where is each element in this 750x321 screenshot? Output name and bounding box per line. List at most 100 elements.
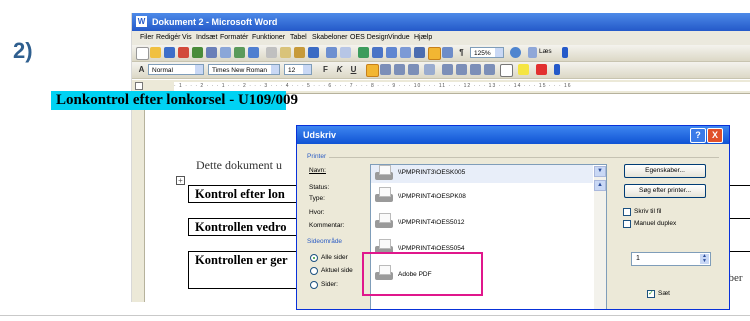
font-combo[interactable]: Times New Roman	[208, 64, 280, 75]
undo-icon[interactable]	[326, 47, 337, 58]
where-label: Hvor:	[309, 209, 325, 216]
align-left-icon[interactable]	[366, 64, 379, 77]
open-folder-icon[interactable]	[150, 47, 161, 58]
all-pages-label: Alle sider	[321, 254, 348, 261]
paste-icon[interactable]	[294, 47, 305, 58]
list-item-selected-printer[interactable]: \\PMPRINT3\OESK005	[371, 165, 593, 183]
new-document-icon[interactable]	[136, 47, 149, 60]
standard-toolbar: ¶ 125% Læs	[132, 45, 750, 62]
toolbar-options-icon[interactable]	[554, 64, 560, 75]
email-icon[interactable]	[192, 47, 203, 58]
style-combo[interactable]: Normal	[148, 64, 204, 75]
tables-borders-icon[interactable]	[372, 47, 383, 58]
align-center-icon[interactable]	[380, 64, 391, 75]
menu-item-filer[interactable]: Filer	[140, 31, 154, 45]
highlight-icon[interactable]	[518, 64, 529, 75]
dialog-titlebar: Udskriv ? X	[297, 126, 729, 144]
list-item-printer[interactable]: \\PMPRINT4\OESPK08	[371, 185, 593, 211]
scroll-up-icon[interactable]: ▲	[594, 180, 606, 191]
heading-text: Lonkontrol efter lonkorsel - U109/009	[56, 92, 298, 108]
show-hide-icon[interactable]: ¶	[456, 47, 467, 58]
spinner-icon[interactable]: ▲ ▼	[700, 254, 709, 264]
help-icon[interactable]	[510, 47, 521, 58]
tab-selector-icon[interactable]	[135, 82, 143, 90]
insert-table-icon[interactable]	[386, 47, 397, 58]
italic-button[interactable]: K	[334, 64, 345, 75]
menu-item-vis[interactable]: Vis	[182, 31, 192, 45]
word-doc-icon: W	[136, 16, 147, 27]
numbering-icon[interactable]	[442, 64, 453, 75]
table-move-handle-icon[interactable]: +	[176, 176, 185, 185]
step-label: 2)	[13, 38, 33, 63]
cut-icon[interactable]	[266, 47, 277, 58]
underline-button[interactable]: U	[348, 64, 359, 75]
close-button[interactable]: X	[707, 128, 723, 143]
formatting-toolbar: A Normal Times New Roman 12 F K U	[132, 62, 750, 79]
line-spacing-icon[interactable]	[424, 64, 435, 75]
menu-item-rediger[interactable]: Redigér	[156, 31, 181, 45]
menu-item-vindue[interactable]: Vindue	[388, 31, 410, 45]
all-pages-radio[interactable]	[310, 254, 318, 262]
menu-item-indsaet[interactable]: Indsæt	[196, 31, 217, 45]
current-page-radio[interactable]	[310, 267, 318, 275]
justify-icon[interactable]	[408, 64, 419, 75]
menu-item-formater[interactable]: Formatér	[220, 31, 248, 45]
table-row: Kontrol efter lon	[188, 185, 308, 203]
spelling-icon[interactable]	[234, 47, 245, 58]
help-button[interactable]: ?	[690, 128, 706, 143]
document-intro: Dette dokument u	[196, 158, 282, 172]
print-to-file-checkbox[interactable]	[623, 208, 631, 216]
permission-icon[interactable]	[178, 47, 189, 58]
frame-bottom-border	[0, 315, 750, 316]
increase-indent-icon[interactable]	[484, 64, 495, 75]
page-range-group-label: Sideområde	[307, 238, 343, 245]
menu-item-tabel[interactable]: Tabel	[290, 31, 307, 45]
list-item-printer[interactable]: \\PMPRINT4\OES5012	[371, 211, 593, 237]
bold-button[interactable]: F	[320, 64, 331, 75]
save-icon[interactable]	[164, 47, 175, 58]
zoom-combo[interactable]: 125%	[470, 47, 504, 58]
chevron-down-icon	[495, 48, 503, 57]
toolbar-options-icon[interactable]	[562, 47, 568, 58]
menu-item-hjaelp[interactable]: Hjælp	[414, 31, 432, 45]
research-icon[interactable]	[248, 47, 259, 58]
copies-input[interactable]: 1 ▲ ▼	[631, 252, 711, 266]
read-mode-button[interactable]: Læs	[539, 48, 552, 55]
drawing-icon[interactable]	[428, 47, 441, 60]
styles-pane-icon[interactable]: A	[136, 64, 147, 75]
decrease-indent-icon[interactable]	[470, 64, 481, 75]
copy-icon[interactable]	[280, 47, 291, 58]
printer-list-scrollbar[interactable]: ▼ ▲	[594, 166, 606, 309]
hyperlink-icon[interactable]	[358, 47, 369, 58]
align-right-icon[interactable]	[394, 64, 405, 75]
menu-item-skabeloner[interactable]: Skabeloner	[312, 31, 347, 45]
dropdown-arrow-icon[interactable]: ▼	[594, 166, 606, 177]
find-printer-button[interactable]: Søg efter printer...	[624, 184, 706, 198]
chevron-down-icon	[195, 65, 203, 74]
insert-excel-icon[interactable]	[400, 47, 411, 58]
menu-item-oes-design[interactable]: OES Design	[350, 31, 389, 45]
redo-icon[interactable]	[340, 47, 351, 58]
border-icon[interactable]	[500, 64, 513, 77]
menu-item-funktioner[interactable]: Funktioner	[252, 31, 285, 45]
properties-button[interactable]: Egenskaber...	[624, 164, 706, 178]
chevron-down-icon	[271, 65, 279, 74]
comment-label: Kommentar:	[309, 222, 345, 229]
font-size-combo[interactable]: 12	[284, 64, 312, 75]
print-icon[interactable]	[206, 47, 217, 58]
manual-duplex-checkbox[interactable]	[623, 220, 631, 228]
status-label: Status:	[309, 184, 330, 191]
pages-radio[interactable]	[310, 281, 318, 289]
printer-group-label: Printer	[307, 153, 327, 160]
columns-icon[interactable]	[414, 47, 425, 58]
ruler-scale: · 1 · · · 2 · · · 1 · · · 2 · · · 3 · · …	[174, 82, 750, 91]
table-row: Kontrollen vedro	[188, 218, 308, 236]
table-border-line	[730, 185, 750, 186]
document-map-icon[interactable]	[442, 47, 453, 58]
format-painter-icon[interactable]	[308, 47, 319, 58]
read-icon	[528, 47, 537, 58]
print-preview-icon[interactable]	[220, 47, 231, 58]
bullets-icon[interactable]	[456, 64, 467, 75]
font-color-icon[interactable]	[536, 64, 547, 75]
collate-checkbox[interactable]: ✓	[647, 290, 655, 298]
